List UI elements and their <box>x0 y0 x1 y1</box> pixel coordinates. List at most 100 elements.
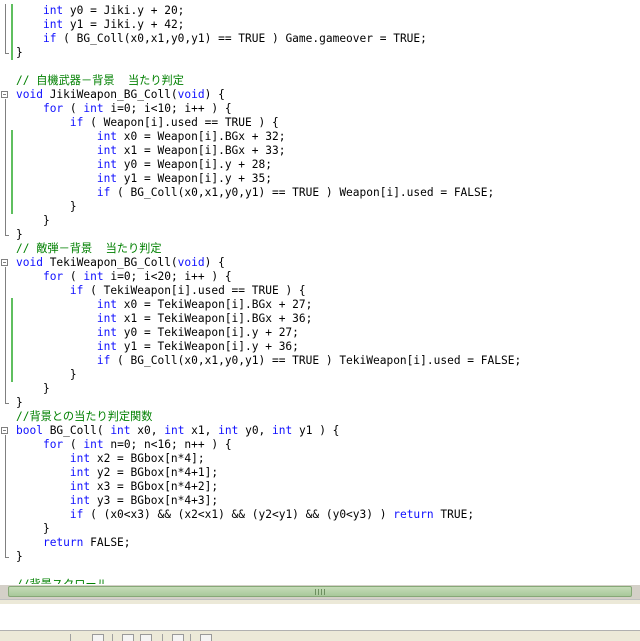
fold-line <box>5 4 6 53</box>
keyword-token: if <box>96 186 111 199</box>
code-token: y3 = BGbox[n*4+3]; <box>90 494 219 507</box>
code-token: JikiWeapon_BG_Coll( <box>42 88 178 101</box>
keyword-token: void <box>16 88 43 101</box>
code-line[interactable]: int x2 = BGbox[n*4]; <box>16 452 205 466</box>
code-line[interactable]: int x1 = TekiWeapon[i].BGx + 36; <box>16 312 313 326</box>
code-line[interactable]: int x3 = BGbox[n*4+2]; <box>16 480 218 494</box>
changed-lines-marker <box>11 298 13 382</box>
code-line[interactable]: int x1 = Weapon[i].BGx + 33; <box>16 144 286 158</box>
code-token: } <box>16 382 50 395</box>
changed-lines-marker <box>11 130 13 214</box>
code-line[interactable]: } <box>16 550 23 564</box>
comment-token: // 敵弾－背景 当たり判定 <box>16 242 162 255</box>
code-line[interactable]: int x0 = Weapon[i].BGx + 32; <box>16 130 286 144</box>
code-token: } <box>16 368 77 381</box>
code-line[interactable]: void JikiWeapon_BG_Coll(void) { <box>16 88 225 102</box>
keyword-token: int <box>272 424 293 437</box>
code-line[interactable]: if ( TekiWeapon[i].used == TRUE ) { <box>16 284 306 298</box>
keyword-token: void <box>177 88 205 101</box>
code-line[interactable]: int x0 = TekiWeapon[i].BGx + 27; <box>16 298 313 312</box>
code-line[interactable]: return FALSE; <box>16 536 131 550</box>
keyword-token: int <box>42 18 64 31</box>
code-line[interactable]: int y0 = Weapon[i].y + 28; <box>16 158 272 172</box>
code-line[interactable]: } <box>16 200 77 214</box>
code-line[interactable]: void TekiWeapon_BG_Coll(void) { <box>16 256 225 270</box>
code-line[interactable]: } <box>16 228 23 242</box>
code-line[interactable]: } <box>16 396 23 410</box>
code-line[interactable]: int y2 = BGbox[n*4+1]; <box>16 466 218 480</box>
keyword-token: int <box>218 424 239 437</box>
code-line[interactable]: } <box>16 382 50 396</box>
code-token: x3 = BGbox[n*4+2]; <box>90 480 219 493</box>
code-token: y1 = Weapon[i].y + 35; <box>117 172 272 185</box>
keyword-token: for <box>42 270 64 283</box>
keyword-token: if <box>42 32 57 45</box>
comment-token: // 自機武器－背景 当たり判定 <box>16 74 184 87</box>
code-token: x1 = Weapon[i].BGx + 33; <box>117 144 286 157</box>
fold-collapse-icon[interactable] <box>1 91 8 98</box>
code-line[interactable]: } <box>16 46 23 60</box>
code-line[interactable]: if ( BG_Coll(x0,x1,y0,y1) == TRUE ) Weap… <box>16 186 494 200</box>
code-line[interactable]: int y1 = TekiWeapon[i].y + 36; <box>16 340 299 354</box>
code-line[interactable]: if ( BG_Coll(x0,x1,y0,y1) == TRUE ) Game… <box>16 32 427 46</box>
code-line[interactable]: int y0 = TekiWeapon[i].y + 27; <box>16 326 299 340</box>
keyword-token: return <box>42 536 84 549</box>
code-line[interactable]: if ( Weapon[i].used == TRUE ) { <box>16 116 279 130</box>
code-token: y0 = TekiWeapon[i].y + 27; <box>117 326 299 339</box>
code-line[interactable]: int y3 = BGbox[n*4+3]; <box>16 494 218 508</box>
bottom-toolbar <box>0 630 640 641</box>
code-line[interactable]: } <box>16 522 50 536</box>
code-line[interactable]: bool BG_Coll( int x0, int x1, int y0, in… <box>16 424 339 438</box>
code-token: x0 = TekiWeapon[i].BGx + 27; <box>117 298 313 311</box>
fold-collapse-icon[interactable] <box>1 427 8 434</box>
fold-collapse-icon[interactable] <box>1 259 8 266</box>
code-line[interactable]: for ( int i=0; i<10; i++ ) { <box>16 102 232 116</box>
code-token: i=0; i<10; i++ ) { <box>103 102 232 115</box>
code-token: FALSE; <box>83 536 131 549</box>
code-line[interactable]: } <box>16 214 50 228</box>
keyword-token: int <box>110 424 131 437</box>
keyword-token: int <box>96 340 118 353</box>
code-line[interactable]: } <box>16 368 77 382</box>
keyword-token: int <box>96 298 118 311</box>
fold-end-tick <box>5 557 9 558</box>
code-token: ( <box>63 270 84 283</box>
keyword-token: int <box>69 494 91 507</box>
code-token: } <box>16 522 50 535</box>
code-line[interactable]: for ( int n=0; n<16; n++ ) { <box>16 438 232 452</box>
code-token: } <box>16 214 50 227</box>
code-token: ) { <box>204 256 225 269</box>
keyword-token: int <box>96 172 118 185</box>
code-line[interactable]: int y1 = Weapon[i].y + 35; <box>16 172 272 186</box>
code-token: ( TekiWeapon[i].used == TRUE ) { <box>83 284 306 297</box>
code-line[interactable]: // 敵弾－背景 当たり判定 <box>16 242 162 256</box>
code-line[interactable]: int y0 = Jiki.y + 20; <box>16 4 184 18</box>
keyword-token: int <box>96 326 118 339</box>
scrollbar-thumb[interactable] <box>8 586 632 597</box>
code-line[interactable]: for ( int i=0; i<20; i++ ) { <box>16 270 232 284</box>
code-line[interactable]: if ( (x0<x3) && (x2<x1) && (y2<y1) && (y… <box>16 508 474 522</box>
code-line[interactable]: if ( BG_Coll(x0,x1,y0,y1) == TRUE ) Teki… <box>16 354 521 368</box>
horizontal-scrollbar[interactable] <box>0 584 640 599</box>
code-line[interactable]: //背景との当たり判定関数 <box>16 410 152 424</box>
code-line[interactable]: int y1 = Jiki.y + 42; <box>16 18 184 32</box>
keyword-token: int <box>164 424 185 437</box>
fold-end-tick <box>5 403 9 404</box>
fold-line <box>5 435 6 557</box>
code-editor[interactable]: int y0 = Jiki.y + 20; int y1 = Jiki.y + … <box>0 0 640 584</box>
keyword-token: bool <box>16 424 43 437</box>
code-line[interactable]: // 自機武器－背景 当たり判定 <box>16 74 184 88</box>
code-token: i=0; i<20; i++ ) { <box>103 270 232 283</box>
